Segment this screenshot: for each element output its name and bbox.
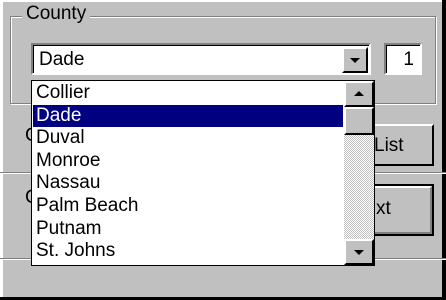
- combobox-dropdown-button[interactable]: [342, 47, 368, 73]
- scroll-down-button[interactable]: [344, 239, 374, 265]
- dropdown-item-duval[interactable]: Duval: [33, 127, 343, 150]
- window-edge-right: [442, 0, 446, 300]
- dropdown-item-dade[interactable]: Dade: [33, 104, 343, 128]
- dropdown-item-nassau[interactable]: Nassau: [33, 172, 343, 195]
- county-combobox[interactable]: Dade: [31, 43, 371, 75]
- dropdown-item-st-johns[interactable]: St. Johns: [33, 240, 343, 263]
- dropdown-item-collier[interactable]: Collier: [33, 82, 343, 105]
- dropdown-item-putnam[interactable]: Putnam: [33, 218, 343, 241]
- chevron-down-icon: [350, 58, 360, 63]
- list-button-label: List: [374, 135, 404, 156]
- scroll-up-button[interactable]: [344, 81, 374, 107]
- county-selected-value: Dade: [39, 49, 85, 70]
- county-group-label: County: [22, 3, 91, 25]
- next-button-label: xt: [376, 198, 391, 219]
- window-edge-left: [0, 0, 3, 300]
- county-dropdown-list[interactable]: Collier Dade Duval Monroe Nassau Palm Be…: [31, 80, 375, 266]
- dropdown-item-palm-beach[interactable]: Palm Beach: [33, 195, 343, 218]
- scroll-thumb[interactable]: [344, 107, 374, 135]
- chevron-up-icon: [354, 91, 364, 96]
- county-count-field[interactable]: 1: [384, 43, 422, 75]
- dropdown-item-monroe[interactable]: Monroe: [33, 150, 343, 173]
- dropdown-items: Collier Dade Duval Monroe Nassau Palm Be…: [33, 82, 343, 263]
- chevron-down-icon: [354, 250, 364, 255]
- dropdown-scrollbar[interactable]: [344, 81, 374, 265]
- window-edge-top: [0, 0, 446, 2]
- count-value: 1: [403, 49, 414, 70]
